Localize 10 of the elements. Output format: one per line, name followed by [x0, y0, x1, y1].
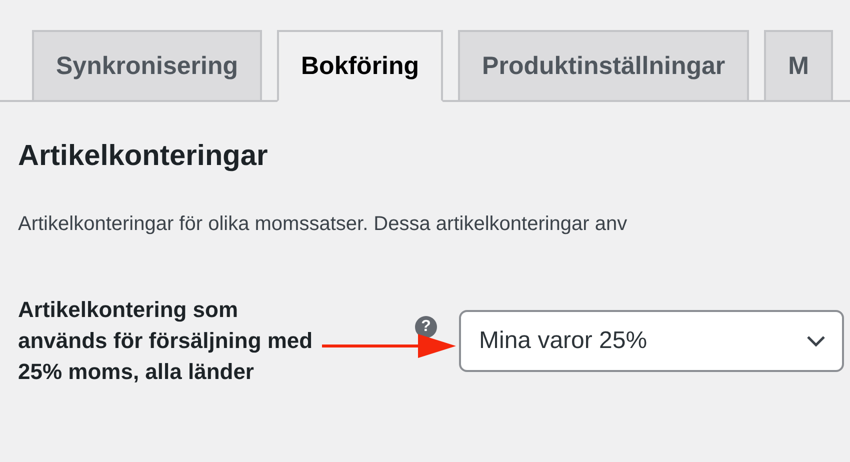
section-title: Artikelkonteringar [18, 140, 269, 173]
tab[interactable]: Bokföring [277, 30, 444, 102]
select-field[interactable]: Mina varor 25% [459, 310, 844, 372]
chevron-down-icon [806, 334, 826, 346]
tab[interactable]: Produktinställningar [458, 30, 750, 102]
field-label: Artikelkontering som används för försäljning med 25% moms, alla länder [18, 296, 314, 386]
tab[interactable]: Synkronisering [32, 30, 262, 102]
section-description: Artikelkonteringar för olika momssatser. Dessa artikelkonteringar anv [18, 213, 628, 236]
tab[interactable]: M [764, 30, 833, 102]
help-icon[interactable]: ? [415, 316, 437, 338]
